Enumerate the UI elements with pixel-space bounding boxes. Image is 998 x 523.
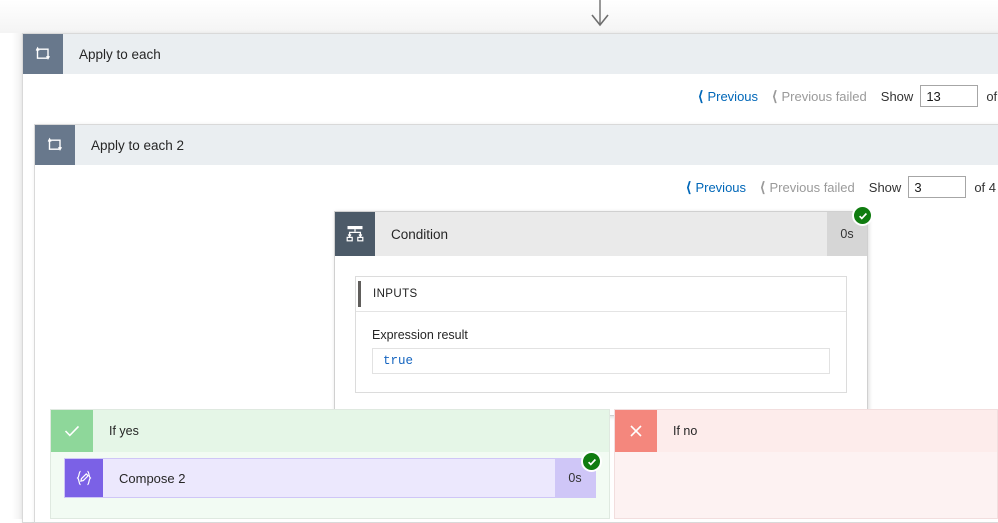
scope-header-apply-to-each-2[interactable]: Apply to each 2 — [35, 125, 998, 165]
card-title-condition: Condition — [391, 226, 449, 242]
card-condition[interactable]: Condition 0s INPUTS Expression result tr… — [334, 205, 873, 416]
check-icon — [51, 410, 93, 452]
previous-label-outer: Previous — [707, 88, 759, 104]
previous-failed-label-inner: Previous failed — [769, 179, 855, 195]
card-title-compose-2: Compose 2 — [119, 470, 186, 486]
condition-branch-icon-glyph — [346, 226, 364, 242]
previous-failed-button-outer[interactable]: ⟨ Previous failed — [772, 89, 867, 104]
scope-header-apply-to-each[interactable]: Apply to each — [23, 34, 998, 74]
field-label-expression-result: Expression result — [372, 328, 468, 342]
inputs-panel-content: Expression result true — [356, 312, 846, 392]
show-input-outer[interactable] — [920, 85, 979, 107]
previous-failed-label-outer: Previous failed — [781, 88, 867, 104]
scope-title-apply-to-each-2: Apply to each 2 — [91, 137, 185, 153]
scope-title-apply-to-each: Apply to each — [79, 46, 161, 62]
status-badge — [581, 451, 602, 472]
page-total-outer: of 1 — [986, 88, 998, 104]
compose-braces-icon-glyph — [76, 470, 92, 486]
branch-title-if-yes: If yes — [109, 424, 139, 438]
pager-outer: ⟨ Previous ⟨ Previous failed Show of 1 — [23, 74, 998, 118]
previous-failed-button-inner[interactable]: ⟨ Previous failed — [760, 180, 855, 195]
canvas-top-area — [0, 0, 998, 33]
check-circle-icon — [858, 212, 867, 220]
branch-title-if-no: If no — [673, 424, 698, 438]
check-circle-icon — [587, 458, 596, 466]
show-label-inner: Show — [868, 179, 902, 195]
branch-header-if-yes[interactable]: If yes — [51, 410, 609, 452]
card-body-condition: INPUTS Expression result true — [335, 256, 867, 415]
previous-button-inner[interactable]: ⟨ Previous — [686, 180, 746, 195]
loop-icon-glyph — [47, 137, 62, 151]
inputs-accent-bar — [358, 281, 361, 307]
close-x-icon — [615, 410, 657, 452]
branch-if-no[interactable]: If no — [614, 409, 998, 519]
page-total-inner: of 4 — [974, 179, 996, 195]
status-badge — [852, 205, 873, 226]
close-x-icon-glyph — [630, 425, 642, 437]
compose-braces-icon — [65, 459, 103, 497]
inputs-panel: INPUTS Expression result true — [355, 276, 847, 393]
check-icon-glyph — [64, 425, 80, 437]
inputs-panel-header[interactable]: INPUTS — [356, 277, 846, 312]
show-input-inner[interactable] — [908, 176, 967, 198]
chevron-left-icon: ⟨ — [685, 179, 692, 195]
inputs-panel-title: INPUTS — [373, 288, 418, 300]
chevron-left-icon: ⟨ — [772, 88, 778, 104]
loop-icon — [23, 34, 63, 74]
previous-button-outer[interactable]: ⟨ Previous — [698, 89, 758, 104]
chevron-left-icon: ⟨ — [760, 179, 766, 195]
chevron-left-icon: ⟨ — [697, 88, 704, 104]
left-gutter-shade — [12, 33, 22, 519]
arrow-down-icon — [591, 0, 609, 27]
loop-icon-glyph — [35, 46, 50, 60]
branch-header-if-no[interactable]: If no — [615, 410, 997, 452]
previous-label-inner: Previous — [695, 179, 747, 195]
field-value-text: true — [383, 354, 414, 368]
show-label-outer: Show — [880, 88, 914, 104]
loop-icon — [35, 125, 75, 165]
card-compose-2[interactable]: Compose 2 0s — [64, 451, 602, 498]
card-header-condition[interactable]: Condition 0s — [335, 212, 867, 256]
pager-inner: ⟨ Previous ⟨ Previous failed Show of 4 — [35, 165, 998, 209]
condition-branch-icon — [335, 212, 375, 256]
field-value-expression-result[interactable]: true — [372, 348, 830, 374]
